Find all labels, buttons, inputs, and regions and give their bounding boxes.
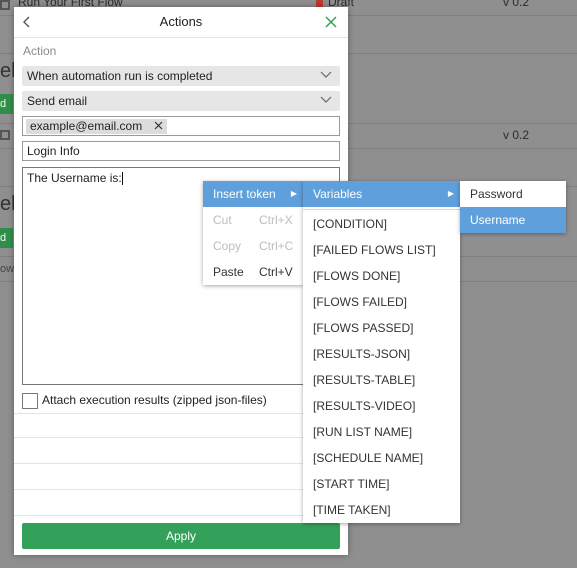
email-chip-label: example@email.com	[30, 119, 143, 133]
token-item[interactable]: [RUN LIST NAME]	[303, 419, 460, 445]
menu-item-label: Insert token	[213, 187, 276, 201]
bg-version: v 0.2	[503, 128, 530, 142]
token-item[interactable]: [FLOWS PASSED]	[303, 315, 460, 341]
bg-partial-text: ow	[0, 263, 15, 275]
token-item[interactable]: [FAILED FLOWS LIST]	[303, 237, 460, 263]
section-label: Action	[23, 44, 57, 58]
menu-item-shortcut: Ctrl+C	[259, 239, 294, 253]
dialog-title: Actions	[159, 14, 203, 29]
attach-results-checkbox[interactable]	[22, 393, 38, 409]
menu-item-variables[interactable]: Variables ▶	[303, 181, 460, 207]
bg-partial-button: d fl	[0, 94, 13, 114]
token-item[interactable]: [FLOWS DONE]	[303, 263, 460, 289]
trigger-select-value: When automation run is completed	[27, 69, 213, 83]
dialog-header: Actions	[14, 7, 348, 38]
menu-item-copy[interactable]: Copy Ctrl+C	[203, 233, 303, 259]
token-item[interactable]: [START TIME]	[303, 471, 460, 497]
menu-item-paste[interactable]: Paste Ctrl+V	[203, 259, 303, 285]
token-item[interactable]: [RESULTS-TABLE]	[303, 367, 460, 393]
submenu-arrow-icon: ▶	[290, 189, 297, 198]
recipients-field[interactable]: example@email.com	[22, 116, 340, 136]
submenu-arrow-icon: ▶	[447, 189, 454, 198]
email-chip: example@email.com	[26, 119, 167, 134]
menu-item-label: Variables	[313, 187, 363, 201]
bg-version: v 0.2	[503, 0, 530, 9]
menu-item-cut[interactable]: Cut Ctrl+X	[203, 207, 303, 233]
flow-icon	[0, 0, 10, 10]
action-select[interactable]: Send email	[22, 91, 340, 111]
menu-item-username[interactable]: Username	[460, 207, 566, 233]
variables-menu: Password Username	[460, 181, 566, 233]
close-icon[interactable]	[321, 12, 341, 32]
bg-partial-button: d fl	[0, 228, 13, 248]
token-menu: Variables ▶ [CONDITION] [FAILED FLOWS LIS…	[303, 181, 460, 523]
body-value: The Username is:	[27, 171, 122, 185]
chevron-down-icon	[320, 96, 332, 103]
menu-item-label: Copy	[213, 239, 242, 253]
token-item[interactable]: [RESULTS-VIDEO]	[303, 393, 460, 419]
chevron-down-icon	[320, 71, 332, 78]
action-select-value: Send email	[27, 94, 88, 108]
attach-results-label: Attach execution results (zipped json-fi…	[42, 393, 267, 407]
bg-status-dot	[316, 0, 323, 7]
context-menu: Insert token ▶ Cut Ctrl+X Copy Ctrl+C Pa…	[203, 181, 303, 285]
menu-item-label: Paste	[213, 265, 244, 279]
menu-item-shortcut: Ctrl+X	[259, 213, 293, 227]
subject-field[interactable]: Login Info	[22, 141, 340, 161]
menu-item-insert-token[interactable]: Insert token ▶	[203, 181, 303, 207]
menu-item-password[interactable]: Password	[460, 181, 566, 207]
token-item[interactable]: [RESULTS-JSON]	[303, 341, 460, 367]
token-item[interactable]: [SCHEDULE NAME]	[303, 445, 460, 471]
text-caret	[121, 172, 123, 186]
flow-icon	[0, 130, 10, 140]
apply-button[interactable]: Apply	[22, 523, 340, 549]
token-item[interactable]: [CONDITION]	[303, 211, 460, 237]
token-item[interactable]: [FLOWS FAILED]	[303, 289, 460, 315]
subject-value: Login Info	[27, 144, 80, 158]
menu-item-shortcut: Ctrl+V	[259, 265, 293, 279]
remove-chip-icon[interactable]	[154, 119, 163, 134]
token-item[interactable]: [TIME TAKEN]	[303, 497, 460, 523]
trigger-select[interactable]: When automation run is completed	[22, 66, 340, 86]
menu-item-label: Cut	[213, 213, 232, 227]
